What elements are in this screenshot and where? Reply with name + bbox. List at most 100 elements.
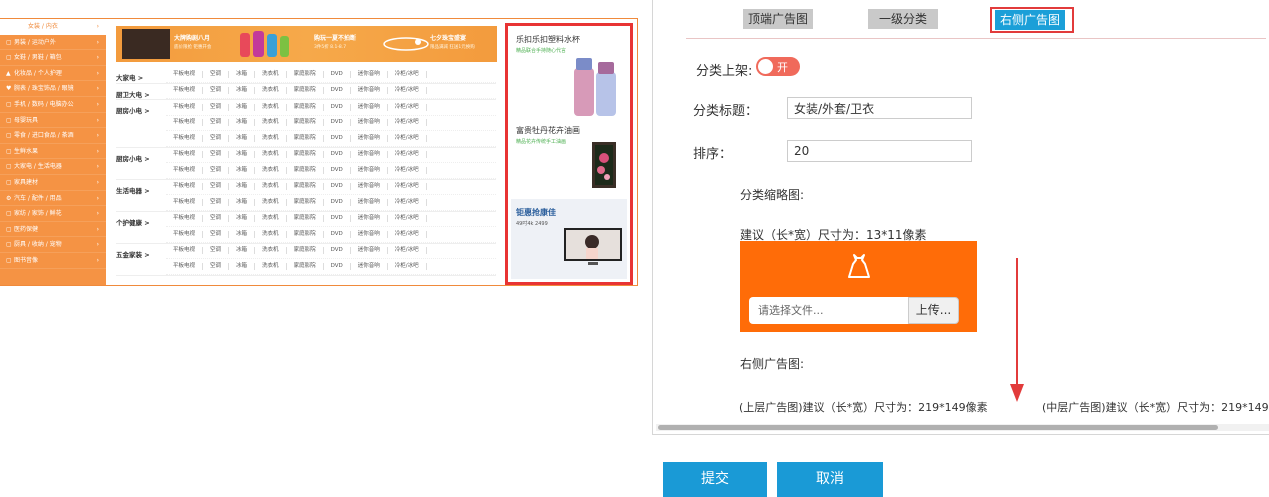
grid-item-link[interactable]: 平板电视 bbox=[166, 262, 204, 270]
grid-item-link[interactable]: DVD bbox=[324, 247, 351, 255]
grid-item-link[interactable]: DVD bbox=[324, 198, 351, 206]
grid-item-link[interactable]: 冷柜/冰吧 bbox=[388, 119, 427, 127]
grid-item-link[interactable]: 家庭影院 bbox=[287, 230, 324, 238]
category-item[interactable]: ▢ 厨具 / 收纳 / 宠物 › bbox=[0, 237, 106, 253]
grid-item-link[interactable]: DVD bbox=[324, 151, 351, 159]
category-item[interactable]: ▢ 大家电 / 生活电器 › bbox=[0, 159, 106, 175]
grid-item-link[interactable]: 空调 bbox=[203, 230, 230, 238]
grid-item-link[interactable]: 迷你音响 bbox=[351, 215, 388, 223]
cancel-button[interactable]: 取消 bbox=[777, 462, 883, 497]
grid-category[interactable]: 厨卫大电 > bbox=[116, 84, 166, 100]
grid-item-link[interactable]: 空调 bbox=[203, 119, 230, 127]
grid-item-link[interactable]: DVD bbox=[324, 183, 351, 191]
grid-item-link[interactable]: 迷你音响 bbox=[351, 262, 388, 270]
grid-item-link[interactable]: 家庭影院 bbox=[287, 247, 324, 255]
grid-item-link[interactable]: 洗衣机 bbox=[255, 87, 287, 95]
category-item[interactable]: ▲ 化妆品 / 个人护理 › bbox=[0, 66, 106, 82]
grid-item-link[interactable]: 洗衣机 bbox=[255, 166, 287, 174]
grid-item-link[interactable]: DVD bbox=[324, 215, 351, 223]
grid-item-link[interactable]: 平板电视 bbox=[166, 247, 204, 255]
grid-item-link[interactable]: 冷柜/冰吧 bbox=[388, 87, 427, 95]
shelf-toggle[interactable]: 开 bbox=[756, 57, 800, 76]
grid-item-link[interactable]: 洗衣机 bbox=[255, 247, 287, 255]
grid-item-link[interactable]: 冰箱 bbox=[229, 70, 256, 78]
grid-item-link[interactable]: 家庭影院 bbox=[287, 262, 324, 270]
grid-item-link[interactable]: 平板电视 bbox=[166, 215, 204, 223]
grid-item-link[interactable]: 平板电视 bbox=[166, 103, 204, 111]
grid-item-link[interactable]: 冷柜/冰吧 bbox=[388, 262, 427, 270]
grid-category[interactable]: 大家电 > bbox=[116, 67, 166, 83]
category-item[interactable]: ▢ 图书音像 › bbox=[0, 253, 106, 269]
grid-item-link[interactable]: 家庭影院 bbox=[287, 87, 324, 95]
grid-item-link[interactable]: 洗衣机 bbox=[255, 119, 287, 127]
grid-item-link[interactable]: DVD bbox=[324, 262, 351, 270]
category-item[interactable]: ▢ 女鞋 / 男鞋 / 箱包 › bbox=[0, 50, 106, 66]
grid-item-link[interactable]: 冰箱 bbox=[229, 166, 256, 174]
grid-item-link[interactable]: 迷你音响 bbox=[351, 166, 388, 174]
grid-item-link[interactable]: 家庭影院 bbox=[287, 151, 324, 159]
grid-item-link[interactable]: 冷柜/冰吧 bbox=[388, 230, 427, 238]
grid-item-link[interactable]: DVD bbox=[324, 134, 351, 142]
grid-item-link[interactable]: 迷你音响 bbox=[351, 151, 388, 159]
grid-item-link[interactable]: 迷你音响 bbox=[351, 119, 388, 127]
grid-item-link[interactable]: 平板电视 bbox=[166, 198, 204, 206]
grid-item-link[interactable]: 冰箱 bbox=[229, 134, 256, 142]
category-item[interactable]: ▢ 医药保健 › bbox=[0, 222, 106, 238]
scrollbar-thumb[interactable] bbox=[658, 425, 1218, 430]
grid-item-link[interactable]: 冷柜/冰吧 bbox=[388, 247, 427, 255]
grid-item-link[interactable]: 迷你音响 bbox=[351, 183, 388, 191]
grid-item-link[interactable]: 平板电视 bbox=[166, 151, 204, 159]
grid-item-link[interactable]: 平板电视 bbox=[166, 166, 204, 174]
grid-item-link[interactable]: DVD bbox=[324, 166, 351, 174]
grid-item-link[interactable]: 冷柜/冰吧 bbox=[388, 134, 427, 142]
grid-item-link[interactable]: 家庭影院 bbox=[287, 119, 324, 127]
grid-category[interactable]: 五金家装 > bbox=[116, 244, 166, 275]
upload-button[interactable]: 上传... bbox=[908, 297, 959, 324]
grid-item-link[interactable]: 空调 bbox=[203, 87, 230, 95]
category-item[interactable]: ▢ 家纺 / 家饰 / 鲜花 › bbox=[0, 206, 106, 222]
grid-item-link[interactable]: 冷柜/冰吧 bbox=[388, 198, 427, 206]
grid-item-link[interactable]: 洗衣机 bbox=[255, 70, 287, 78]
grid-item-link[interactable]: 冰箱 bbox=[229, 119, 256, 127]
grid-item-link[interactable]: 平板电视 bbox=[166, 70, 204, 78]
grid-item-link[interactable]: 冷柜/冰吧 bbox=[388, 70, 427, 78]
category-item[interactable]: 女装 / 内衣 › bbox=[0, 19, 106, 35]
submit-button[interactable]: 提交 bbox=[663, 462, 767, 497]
grid-item-link[interactable]: 洗衣机 bbox=[255, 262, 287, 270]
grid-item-link[interactable]: 洗衣机 bbox=[255, 134, 287, 142]
grid-item-link[interactable]: 家庭影院 bbox=[287, 198, 324, 206]
horizontal-scrollbar[interactable] bbox=[656, 424, 1269, 431]
grid-category[interactable]: 个护健康 > bbox=[116, 212, 166, 243]
grid-item-link[interactable]: 冷柜/冰吧 bbox=[388, 103, 427, 111]
grid-item-link[interactable]: 平板电视 bbox=[166, 87, 204, 95]
grid-item-link[interactable]: 冰箱 bbox=[229, 247, 256, 255]
grid-item-link[interactable]: 迷你音响 bbox=[351, 103, 388, 111]
grid-item-link[interactable]: 空调 bbox=[203, 198, 230, 206]
grid-category[interactable]: 厨房小电 > bbox=[116, 100, 166, 147]
grid-item-link[interactable]: 冰箱 bbox=[229, 87, 256, 95]
grid-item-link[interactable]: 洗衣机 bbox=[255, 198, 287, 206]
category-item[interactable]: ▢ 母婴玩具 › bbox=[0, 113, 106, 129]
title-input[interactable] bbox=[787, 97, 972, 119]
grid-item-link[interactable]: DVD bbox=[324, 103, 351, 111]
grid-item-link[interactable]: 平板电视 bbox=[166, 230, 204, 238]
grid-item-link[interactable]: 冰箱 bbox=[229, 230, 256, 238]
tab-first-level[interactable]: 一级分类 bbox=[868, 9, 938, 29]
grid-item-link[interactable]: 洗衣机 bbox=[255, 230, 287, 238]
grid-item-link[interactable]: 平板电视 bbox=[166, 183, 204, 191]
grid-item-link[interactable]: DVD bbox=[324, 230, 351, 238]
grid-item-link[interactable]: 空调 bbox=[203, 70, 230, 78]
grid-item-link[interactable]: 冰箱 bbox=[229, 198, 256, 206]
tab-top-ad[interactable]: 顶端广告图 bbox=[743, 9, 813, 29]
grid-item-link[interactable]: 洗衣机 bbox=[255, 215, 287, 223]
category-item[interactable]: ⚙ 汽车 / 配件 / 用品 › bbox=[0, 191, 106, 207]
grid-item-link[interactable]: 家庭影院 bbox=[287, 103, 324, 111]
grid-item-link[interactable]: 迷你音响 bbox=[351, 87, 388, 95]
grid-item-link[interactable]: 洗衣机 bbox=[255, 183, 287, 191]
grid-category[interactable]: 生活电器 > bbox=[116, 180, 166, 211]
grid-item-link[interactable]: 平板电视 bbox=[166, 134, 204, 142]
grid-item-link[interactable]: 迷你音响 bbox=[351, 134, 388, 142]
tab-right-ad[interactable]: 右侧广告图 bbox=[995, 10, 1065, 30]
sort-input[interactable] bbox=[787, 140, 972, 162]
grid-item-link[interactable]: 空调 bbox=[203, 247, 230, 255]
